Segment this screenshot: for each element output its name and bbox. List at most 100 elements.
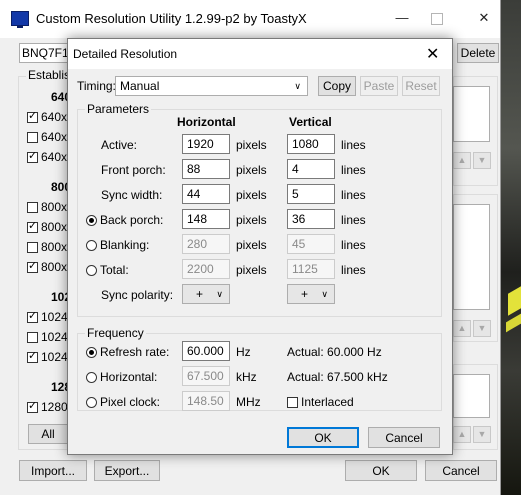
move-up-button[interactable]: ▲ <box>453 320 471 337</box>
main-cancel-button[interactable]: Cancel <box>425 460 497 481</box>
checkbox[interactable] <box>27 309 38 323</box>
v-blanking-input: 45 <box>287 234 335 254</box>
refresh-rate-option[interactable]: Refresh rate: <box>86 345 169 359</box>
copy-button[interactable]: Copy <box>318 76 356 96</box>
res-item[interactable]: 640x <box>27 109 67 124</box>
checkbox[interactable] <box>27 219 38 233</box>
checkbox[interactable] <box>27 242 38 253</box>
checkbox[interactable] <box>27 149 38 163</box>
res-item[interactable]: 800x <box>27 219 67 234</box>
established-label: Establis <box>26 68 73 82</box>
h-back-porch-input[interactable]: 148 <box>182 209 230 229</box>
res-item[interactable]: 800x <box>27 259 67 274</box>
dialog-title: Detailed Resolution <box>73 47 178 61</box>
main-ok-button[interactable]: OK <box>345 460 417 481</box>
cancel-button[interactable]: Cancel <box>368 427 440 448</box>
unit-label: lines <box>341 263 366 277</box>
unit-label: lines <box>341 188 366 202</box>
v-polarity-select[interactable]: + ∨ <box>287 284 335 304</box>
radio-button[interactable] <box>86 372 97 383</box>
delete-button[interactable]: Delete <box>457 43 499 63</box>
title-bar: Custom Resolution Utility 1.2.99-p2 by T… <box>0 0 500 38</box>
export-button[interactable]: Export... <box>94 460 160 481</box>
parameters-label: Parameters <box>85 102 152 116</box>
res-item[interactable]: 640x <box>27 149 67 164</box>
checkbox[interactable] <box>27 202 38 213</box>
res-item[interactable]: 1024 <box>27 330 68 344</box>
res-item[interactable]: 640x <box>27 130 67 144</box>
timing-select[interactable]: Manual ∨ <box>115 76 308 96</box>
unit-label: pixels <box>236 188 267 202</box>
h-front-porch-input[interactable]: 88 <box>182 159 230 179</box>
maximize-button[interactable] <box>431 13 443 25</box>
interlaced-option[interactable]: Interlaced <box>287 395 354 409</box>
radio-button[interactable] <box>86 347 97 358</box>
h-sync-width-input[interactable]: 44 <box>182 184 230 204</box>
unit-label: MHz <box>236 395 261 409</box>
all-button[interactable]: All <box>28 424 68 444</box>
detailed-list[interactable] <box>453 86 490 142</box>
import-button[interactable]: Import... <box>19 460 87 481</box>
move-up-button[interactable]: ▲ <box>453 426 471 443</box>
res-item[interactable]: 1024 <box>27 349 68 364</box>
res-item[interactable]: 1280 <box>27 399 68 414</box>
standard-list[interactable] <box>453 204 490 310</box>
v-sync-width-input[interactable]: 5 <box>287 184 335 204</box>
unit-label: pixels <box>236 263 267 277</box>
res-item[interactable]: 1024 <box>27 309 68 324</box>
h-total-input: 2200 <box>182 259 230 279</box>
horizontal-freq-option[interactable]: Horizontal: <box>86 370 157 384</box>
pixel-clock-option[interactable]: Pixel clock: <box>86 395 160 409</box>
radio-button[interactable] <box>86 215 97 226</box>
window-title: Custom Resolution Utility 1.2.99-p2 by T… <box>36 11 307 26</box>
res-item[interactable]: 800x <box>27 240 67 254</box>
unit-label: lines <box>341 238 366 252</box>
checkbox[interactable] <box>27 109 38 123</box>
back-porch-option[interactable]: Back porch: <box>86 213 163 227</box>
detailed-resolution-dialog: Detailed Resolution ✕ Timing: Manual ∨ C… <box>67 38 453 455</box>
checkbox[interactable] <box>27 259 38 273</box>
move-up-button[interactable]: ▲ <box>453 152 471 169</box>
v-total-input: 1125 <box>287 259 335 279</box>
checkbox[interactable] <box>27 132 38 143</box>
total-option[interactable]: Total: <box>86 263 129 277</box>
checkbox[interactable] <box>27 399 38 413</box>
ok-button[interactable]: OK <box>287 427 359 448</box>
radio-button[interactable] <box>86 397 97 408</box>
reset-button[interactable]: Reset <box>402 76 440 96</box>
radio-button[interactable] <box>86 265 97 276</box>
move-down-button[interactable]: ▼ <box>473 426 491 443</box>
checkbox[interactable] <box>27 349 38 363</box>
extension-list[interactable] <box>453 374 490 418</box>
h-active-input[interactable]: 1920 <box>182 134 230 154</box>
frequency-label: Frequency <box>85 326 146 340</box>
move-down-button[interactable]: ▼ <box>473 152 491 169</box>
checkbox[interactable] <box>27 332 38 343</box>
minimize-button[interactable]: — <box>395 10 409 25</box>
refresh-actual: Actual: 60.000 Hz <box>287 345 382 359</box>
paste-button[interactable]: Paste <box>360 76 398 96</box>
chevron-down-icon: ∨ <box>216 289 223 299</box>
res-item[interactable]: 800x <box>27 200 67 214</box>
horizontal-freq-input: 67.500 <box>182 366 230 386</box>
unit-label: lines <box>341 213 366 227</box>
monitor-select[interactable]: BNQ7F1C <box>19 43 77 63</box>
checkbox[interactable] <box>287 397 298 408</box>
unit-label: pixels <box>236 238 267 252</box>
move-down-button[interactable]: ▼ <box>473 320 491 337</box>
unit-label: pixels <box>236 138 267 152</box>
dialog-title-bar: Detailed Resolution ✕ <box>68 39 452 69</box>
blanking-option[interactable]: Blanking: <box>86 238 149 252</box>
close-icon[interactable]: ✕ <box>426 44 439 64</box>
vertical-header: Vertical <box>289 115 332 129</box>
radio-button[interactable] <box>86 240 97 251</box>
active-label: Active: <box>101 138 138 152</box>
v-front-porch-input[interactable]: 4 <box>287 159 335 179</box>
unit-label: pixels <box>236 213 267 227</box>
v-back-porch-input[interactable]: 36 <box>287 209 335 229</box>
unit-label: lines <box>341 138 366 152</box>
refresh-rate-input[interactable]: 60.000 <box>182 341 230 361</box>
close-button[interactable]: ✕ <box>477 10 491 26</box>
h-polarity-select[interactable]: + ∨ <box>182 284 230 304</box>
v-active-input[interactable]: 1080 <box>287 134 335 154</box>
